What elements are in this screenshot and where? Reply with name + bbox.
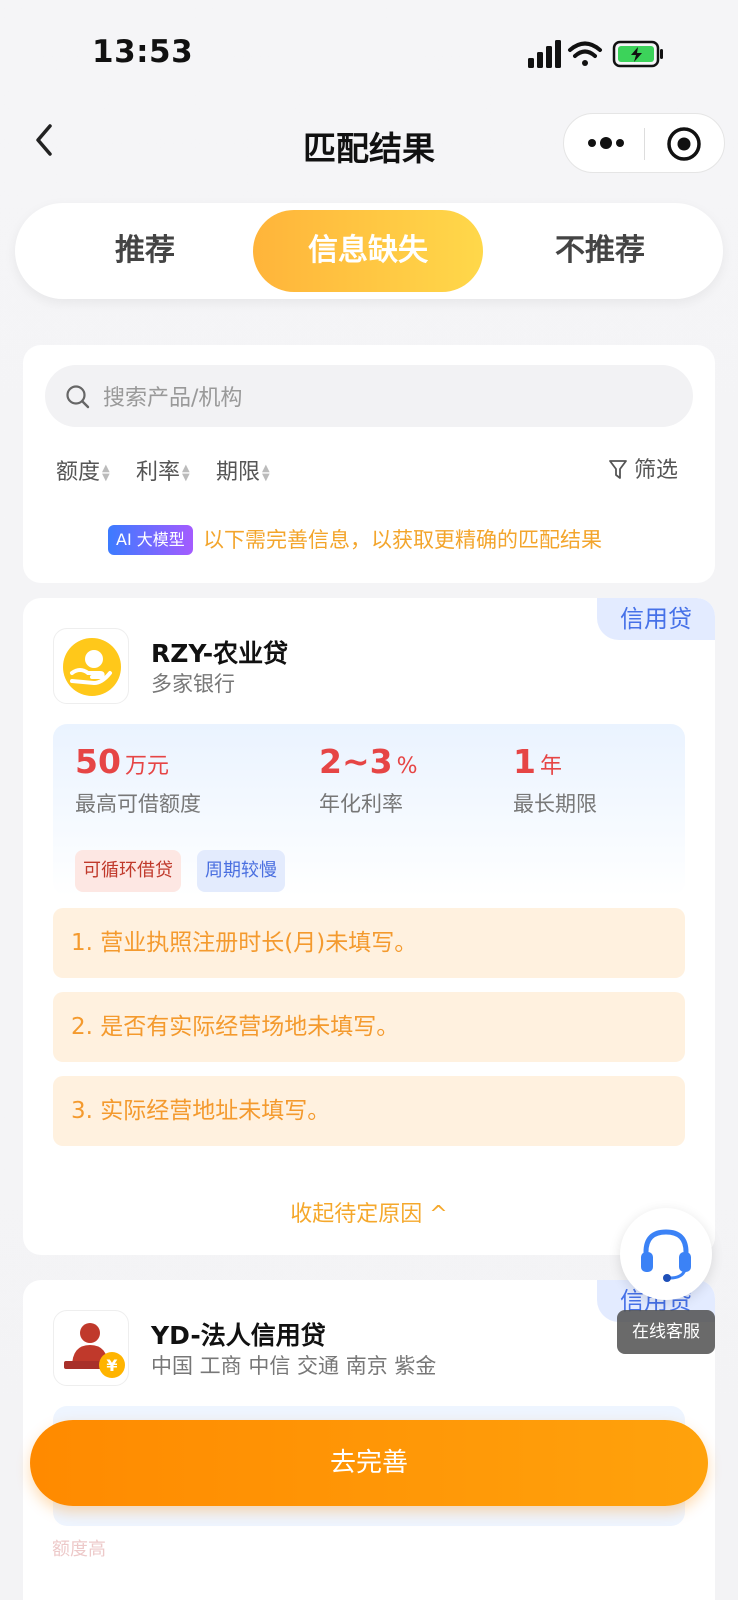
sort-rate[interactable]: 利率 ▲ ▼ [136,454,190,486]
collapse-reasons-link[interactable]: 收起待定原因 ^ [23,1196,715,1228]
product-logo: ¥ [53,1310,129,1386]
online-service-label: 在线客服 [617,1310,715,1354]
feature-chip-high-amount: 额度高 [52,1539,106,1560]
search-input[interactable]: 搜索产品/机构 [45,365,693,427]
search-icon [66,385,90,409]
sort-arrows-icon: ▲ ▼ [262,463,270,483]
feature-chip-slow: 周期较慢 [197,850,285,892]
loan-type-tag: 信用贷 [597,598,715,640]
annual-rate-value: 2~3% [319,742,418,781]
product-name: RZY-农业贷 [151,639,289,668]
product-name: YD-法人信用贷 [151,1321,326,1350]
sort-amount[interactable]: 额度 ▲ ▼ [56,454,110,486]
status-time: 13:53 [92,34,194,70]
svg-text:¥: ¥ [106,1356,117,1375]
capsule-divider [644,128,645,160]
sort-rate-label: 利率 [136,460,181,485]
search-placeholder: 搜索产品/机构 [103,386,243,411]
ai-model-badge: AI 大模型 [108,525,193,555]
missing-reason-item: 3. 实际经营地址未填写。 [53,1076,685,1146]
search-card: 搜索产品/机构 额度 ▲ ▼ 利率 ▲ ▼ 期限 ▲ ▼ 筛选 AI 大模型 以下需完善信息… [23,345,715,583]
sort-term[interactable]: 期限 ▲ ▼ [216,454,270,486]
product-institution: 中国 工商 中信 交通 南京 紫金 [151,1354,437,1378]
complete-info-button[interactable]: 去完善 [30,1420,708,1506]
result-tabs: 推荐 信息缺失 不推荐 [15,203,723,299]
sort-arrows-icon: ▲ ▼ [102,463,110,483]
online-service-button[interactable] [620,1208,712,1300]
ai-note: 以下需完善信息，以获取更精确的匹配结果 [203,528,602,552]
product-stats: 50 万元 最高可借额度 2~3% 年化利率 1年 最长期限 可循环借贷 周期较慢 [53,724,685,896]
more-icon[interactable] [586,131,626,155]
sort-term-label: 期限 [216,460,261,485]
max-amount-label: 最高可借额度 [75,792,201,816]
filter-icon [609,460,627,479]
max-amount-value: 50 万元 [75,742,169,781]
status-icons [528,40,663,68]
missing-reason-item: 2. 是否有实际经营场地未填写。 [53,992,685,1062]
sort-amount-label: 额度 [56,460,101,485]
tab-recommended[interactable]: 推荐 [45,203,245,299]
business-person-icon: ¥ [64,1323,125,1378]
feature-chip-revolving: 可循环借贷 [75,850,181,892]
mini-program-capsule [563,113,725,173]
hand-money-icon [63,638,121,696]
battery-icon [612,40,663,68]
filter-label: 筛选 [634,458,679,483]
tab-not-recommended[interactable]: 不推荐 [500,203,700,299]
max-term-label: 最长期限 [513,792,597,816]
headset-icon [641,1229,691,1282]
max-term-value: 1年 [513,742,562,781]
signal-icon [528,40,561,68]
tab-missing-info[interactable]: 信息缺失 [253,210,483,292]
sort-arrows-icon: ▲ ▼ [182,463,190,483]
close-target-icon[interactable] [664,124,704,164]
filter-button[interactable]: 筛选 [608,452,678,484]
product-logo [53,628,129,704]
product-institution: 多家银行 [151,672,235,696]
missing-reason-item: 1. 营业执照注册时长(月)未填写。 [53,908,685,978]
product-card[interactable]: 信用贷 RZY-农业贷 多家银行 50 万元 最高可借额度 2~3% 年化利率 1… [23,598,715,1255]
annual-rate-label: 年化利率 [319,792,403,816]
wifi-icon [568,41,602,66]
